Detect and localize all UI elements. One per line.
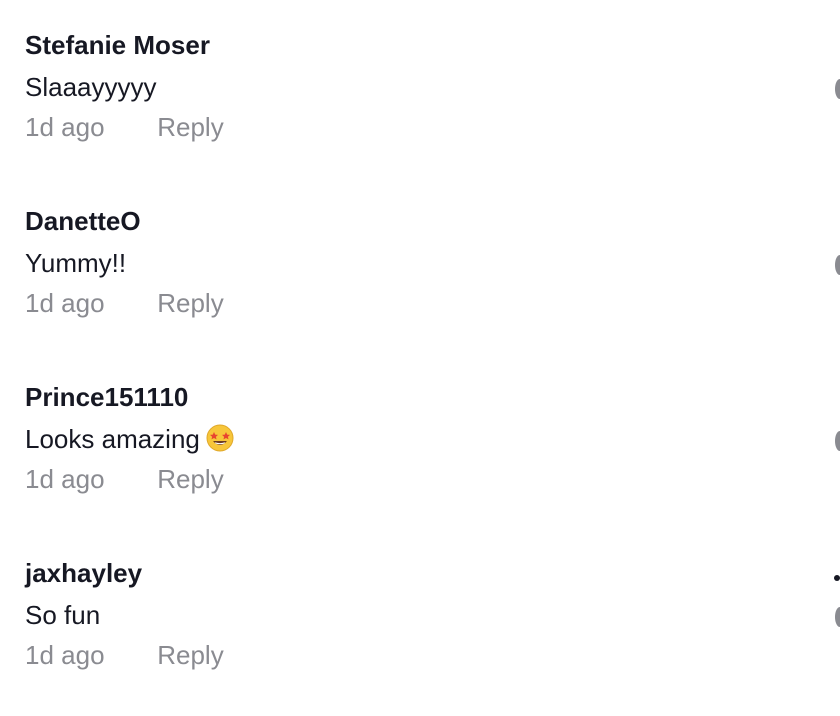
reply-button[interactable]: Reply — [157, 464, 223, 494]
comment-list: Stefanie Moser Slaaayyyyy 1d ago Reply D… — [0, 0, 840, 716]
comment-meta: 1d ago Reply — [25, 288, 224, 318]
comment-item: Prince151110 Looks amazing 1d ago Reply — [25, 382, 825, 512]
comment-text: Slaaayyyyy — [25, 72, 157, 102]
reply-button[interactable]: Reply — [157, 288, 223, 318]
comment-text: So fun — [25, 600, 101, 630]
comment-username[interactable]: Prince151110 — [25, 382, 188, 412]
like-icon[interactable] — [835, 255, 840, 275]
comment-item: DanetteO Yummy!! 1d ago Reply — [25, 206, 825, 336]
like-icon[interactable] — [835, 431, 840, 451]
comment-text: Looks amazing — [25, 424, 234, 458]
comment-timestamp: 1d ago — [25, 288, 105, 318]
comment-username[interactable]: jaxhayley — [25, 558, 142, 588]
comment-timestamp: 1d ago — [25, 112, 105, 142]
more-options-icon[interactable] — [834, 575, 840, 581]
star-struck-emoji-icon — [206, 424, 234, 458]
comment-username[interactable]: DanetteO — [25, 206, 141, 236]
comment-item: jaxhayley So fun 1d ago Reply — [25, 558, 825, 688]
comment-timestamp: 1d ago — [25, 464, 105, 494]
comment-text: Yummy!! — [25, 248, 127, 278]
comment-meta: 1d ago Reply — [25, 112, 224, 142]
comment-meta: 1d ago Reply — [25, 464, 224, 494]
like-icon[interactable] — [835, 607, 840, 627]
comment-timestamp: 1d ago — [25, 640, 105, 670]
like-icon[interactable] — [835, 79, 840, 99]
comment-item: Stefanie Moser Slaaayyyyy 1d ago Reply — [25, 30, 825, 160]
reply-button[interactable]: Reply — [157, 112, 223, 142]
comment-username[interactable]: Stefanie Moser — [25, 30, 210, 60]
reply-button[interactable]: Reply — [157, 640, 223, 670]
comment-text-content: Looks amazing — [25, 424, 200, 454]
comment-meta: 1d ago Reply — [25, 640, 224, 670]
